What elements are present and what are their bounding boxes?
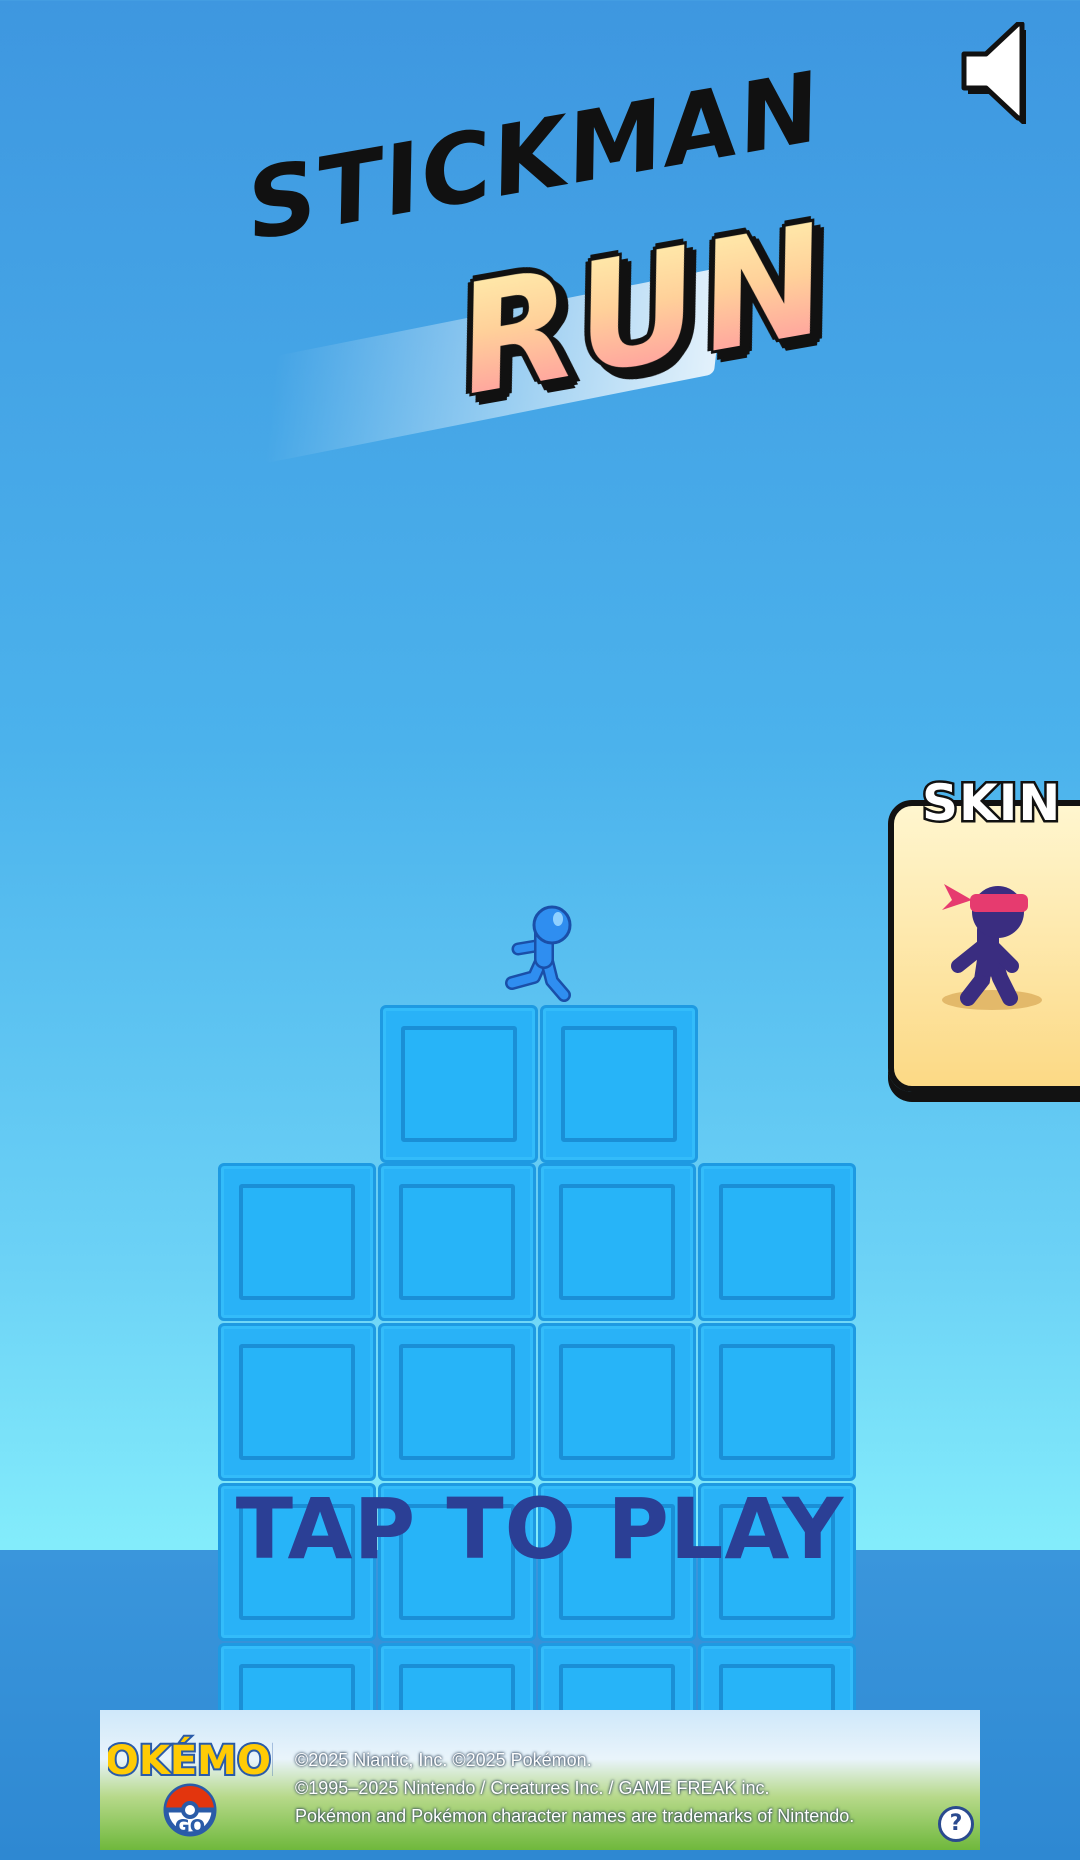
svg-text:POKÉMON: POKÉMON — [108, 1736, 273, 1784]
block — [698, 1323, 856, 1481]
ad-copyright-line-1: ©2025 Niantic, Inc. ©2025 Pokémon. — [295, 1750, 592, 1770]
block — [380, 1005, 538, 1163]
block — [538, 1163, 696, 1321]
game-logo: STICKMAN RUN — [239, 51, 844, 500]
ninja-skin-icon — [942, 884, 1042, 1010]
block — [538, 1323, 696, 1481]
stickman-player-icon — [505, 905, 572, 1002]
ad-copyright-line-2: ©1995–2025 Nintendo / Creatures Inc. / G… — [295, 1778, 770, 1798]
block — [218, 1163, 376, 1321]
block — [378, 1163, 536, 1321]
ad-info-button[interactable]: ? — [938, 1806, 974, 1842]
skin-label: SKIN — [919, 772, 1062, 835]
block — [218, 1323, 376, 1481]
ad-banner[interactable]: POKÉMON GO ©2025 Niantic, Inc. ©2025 Pok… — [100, 1710, 980, 1850]
tap-to-play-prompt[interactable]: TAP TO PLAY — [0, 1480, 1080, 1578]
pokemon-go-logo: POKÉMON GO — [108, 1734, 273, 1837]
question-icon: ? — [949, 1811, 963, 1836]
logo-title-line2: RUN — [444, 192, 845, 429]
speaker-icon — [961, 21, 1026, 124]
svg-text:GO: GO — [175, 1816, 205, 1837]
ad-copyright-line-3: Pokémon and Pokémon character names are … — [295, 1806, 855, 1826]
block — [698, 1163, 856, 1321]
block — [378, 1323, 536, 1481]
block — [540, 1005, 698, 1163]
sound-toggle-button[interactable] — [960, 21, 1042, 132]
